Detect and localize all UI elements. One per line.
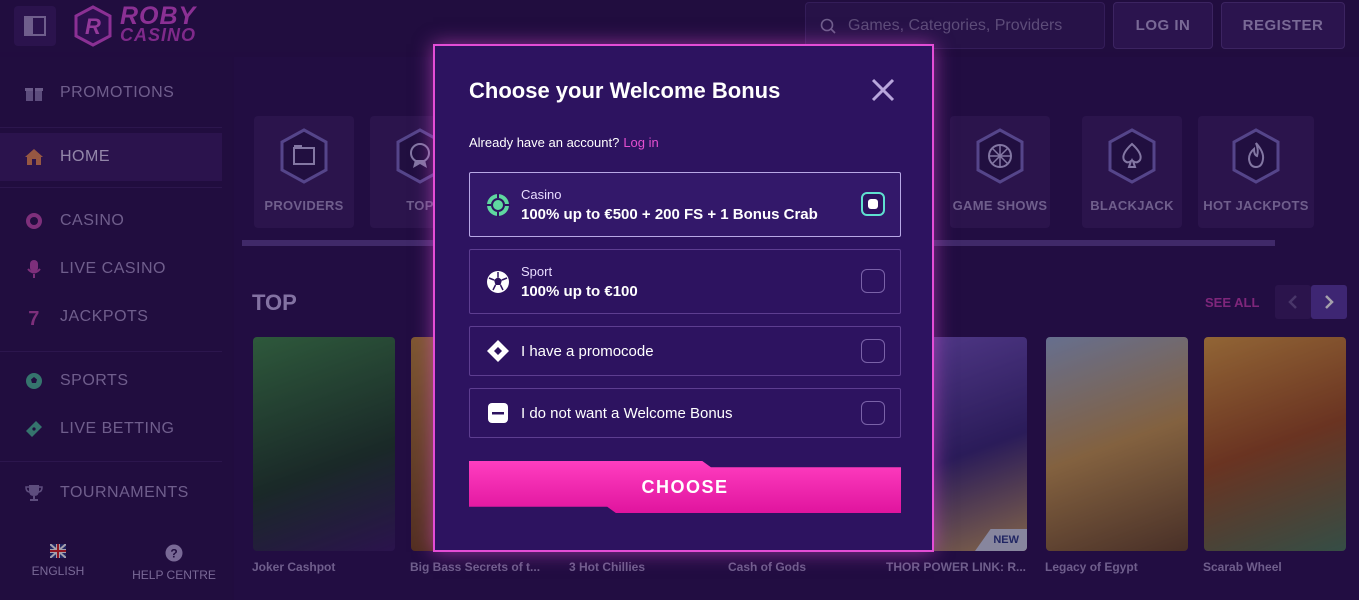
bonus-option-casino[interactable]: Casino 100% up to €500 + 200 FS + 1 Bonu… [469,172,901,237]
option-checkbox[interactable] [861,401,885,425]
soccer-ball-icon [486,270,510,294]
login-link[interactable]: Log in [623,135,658,150]
casino-chip-icon [486,192,510,217]
option-detail: 100% up to €500 + 200 FS + 1 Bonus Crab [521,205,818,223]
option-label: Sport [521,263,553,279]
option-checkbox[interactable] [861,192,885,216]
option-label: Casino [521,186,562,202]
promocode-icon [486,339,510,363]
welcome-bonus-modal: Choose your Welcome Bonus Already have a… [433,44,934,552]
option-checkbox[interactable] [861,269,885,293]
bonus-option-no-bonus[interactable]: I do not want a Welcome Bonus [469,388,901,438]
no-bonus-icon [486,401,510,425]
bonus-option-promocode[interactable]: I have a promocode [469,326,901,376]
option-label: I do not want a Welcome Bonus [521,404,733,422]
option-checkbox[interactable] [861,339,885,363]
close-button[interactable] [869,76,897,104]
close-icon [871,78,895,102]
account-prompt: Already have an account? Log in [469,135,659,150]
choose-button[interactable]: CHOOSE [469,461,901,513]
account-text: Already have an account? [469,135,620,150]
option-detail: 100% up to €100 [521,282,638,300]
bonus-option-sport[interactable]: Sport 100% up to €100 [469,249,901,314]
option-label: I have a promocode [521,342,654,360]
modal-title: Choose your Welcome Bonus [469,78,781,103]
